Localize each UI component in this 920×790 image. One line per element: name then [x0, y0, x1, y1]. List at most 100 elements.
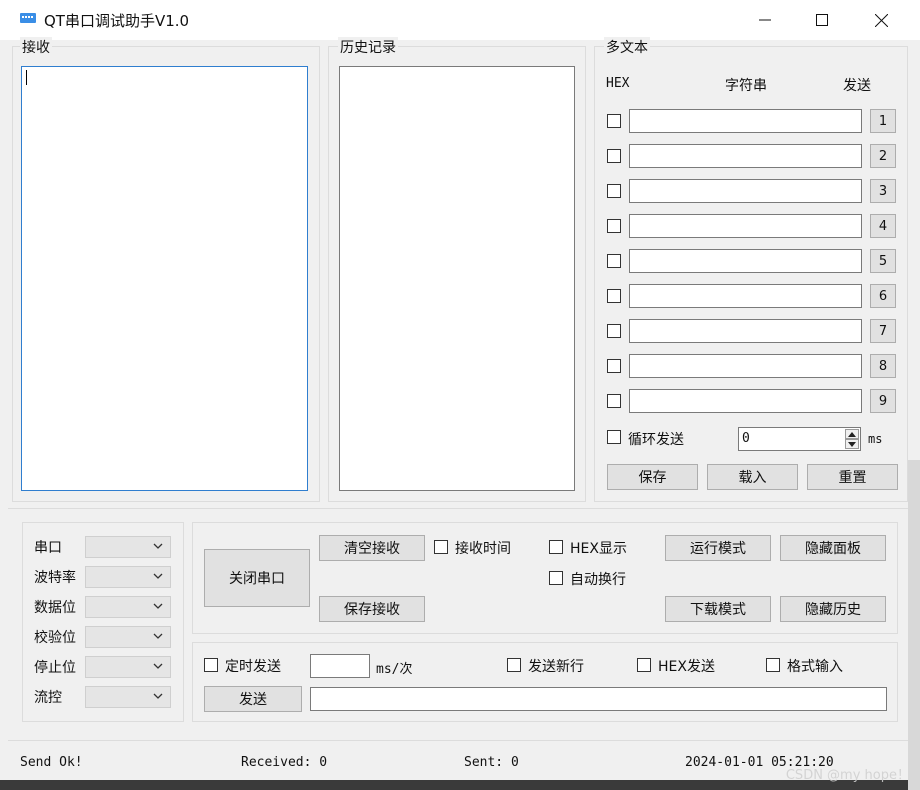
multi-row-hex-checkbox[interactable] [607, 149, 621, 163]
status-sent: Sent: 0 [464, 755, 519, 770]
multi-row-hex-checkbox[interactable] [607, 394, 621, 408]
multi-row-string-input[interactable] [629, 109, 862, 133]
send-newline-label: 发送新行 [528, 659, 584, 675]
loop-send-label: 循环发送 [628, 432, 684, 448]
flow-control-combo[interactable] [85, 686, 171, 708]
port-combo[interactable] [85, 536, 171, 558]
multi-row-string-input[interactable] [629, 284, 862, 308]
multi-text-group-title: 多文本 [604, 37, 650, 57]
multi-row-hex-checkbox[interactable] [607, 254, 621, 268]
minimize-button[interactable] [742, 0, 788, 40]
save-receive-button[interactable]: 保存接收 [319, 596, 425, 622]
save-multi-button[interactable]: 保存 [607, 464, 698, 490]
multi-row-send-button[interactable]: 4 [870, 214, 896, 238]
hex-send-label: HEX发送 [658, 659, 715, 675]
send-button[interactable]: 发送 [204, 686, 302, 712]
spin-up-button[interactable] [845, 429, 859, 439]
flow-control-label: 流控 [34, 690, 62, 706]
reset-multi-button[interactable]: 重置 [807, 464, 898, 490]
load-multi-button[interactable]: 载入 [707, 464, 798, 490]
format-input-label: 格式输入 [787, 659, 843, 675]
multi-row-send-button[interactable]: 6 [870, 284, 896, 308]
send-column-header: 发送 [843, 78, 871, 94]
background-window-fragment [0, 780, 920, 790]
send-interval-input[interactable] [310, 654, 370, 678]
multi-row-send-button[interactable]: 9 [870, 389, 896, 413]
multi-row-string-input[interactable] [629, 389, 862, 413]
baud-rate-label: 波特率 [34, 570, 76, 586]
hex-send-checkbox[interactable] [637, 658, 651, 672]
close-icon [874, 13, 888, 27]
multi-row-string-input[interactable] [629, 319, 862, 343]
multi-row-hex-checkbox[interactable] [607, 359, 621, 373]
data-bits-label: 数据位 [34, 600, 76, 616]
background-window-edge [908, 460, 920, 790]
minimize-icon [759, 19, 771, 21]
stop-bits-combo[interactable] [85, 656, 171, 678]
receive-time-checkbox[interactable] [434, 540, 448, 554]
hide-history-button[interactable]: 隐藏历史 [780, 596, 886, 622]
status-divider [8, 740, 908, 741]
hex-column-header: HEX [606, 76, 630, 91]
run-mode-button[interactable]: 运行模式 [665, 535, 771, 561]
window-title: QT串口调试助手V1.0 [44, 12, 190, 30]
port-label: 串口 [34, 540, 62, 556]
download-mode-button[interactable]: 下载模式 [665, 596, 771, 622]
multi-row-string-input[interactable] [629, 249, 862, 273]
format-input-checkbox[interactable] [766, 658, 780, 672]
maximize-icon [816, 14, 828, 26]
multi-row-send-button[interactable]: 2 [870, 144, 896, 168]
data-bits-combo[interactable] [85, 596, 171, 618]
multi-row-hex-checkbox[interactable] [607, 324, 621, 338]
spin-down-button[interactable] [845, 439, 859, 449]
send-text-input[interactable] [310, 687, 887, 711]
multi-row-send-button[interactable]: 1 [870, 109, 896, 133]
multi-row-send-button[interactable]: 5 [870, 249, 896, 273]
loop-interval-value: 0 [742, 431, 750, 446]
chevron-down-icon [153, 603, 163, 609]
receive-textarea[interactable] [21, 66, 308, 491]
multi-row-hex-checkbox[interactable] [607, 184, 621, 198]
multi-row-string-input[interactable] [629, 179, 862, 203]
status-received: Received: 0 [241, 755, 328, 770]
string-column-header: 字符串 [725, 78, 767, 94]
stop-bits-label: 停止位 [34, 660, 76, 676]
send-newline-checkbox[interactable] [507, 658, 521, 672]
clear-receive-button[interactable]: 清空接收 [319, 535, 425, 561]
close-button[interactable] [858, 0, 904, 40]
receive-group-title: 接收 [20, 37, 52, 57]
chevron-down-icon [153, 573, 163, 579]
history-textarea[interactable] [339, 66, 575, 491]
multi-row-send-button[interactable]: 8 [870, 354, 896, 378]
chevron-down-icon [153, 693, 163, 699]
chevron-down-icon [153, 543, 163, 549]
multi-row-string-input[interactable] [629, 214, 862, 238]
multi-row-hex-checkbox[interactable] [607, 289, 621, 303]
section-divider [8, 508, 908, 509]
timed-send-label: 定时发送 [225, 659, 281, 675]
multi-row-hex-checkbox[interactable] [607, 219, 621, 233]
parity-combo[interactable] [85, 626, 171, 648]
multi-row-send-button[interactable]: 3 [870, 179, 896, 203]
baud-rate-combo[interactable] [85, 566, 171, 588]
history-group-title: 历史记录 [338, 37, 398, 57]
loop-interval-spinbox[interactable]: 0 [738, 427, 861, 451]
hex-display-checkbox[interactable] [549, 540, 563, 554]
close-port-button[interactable]: 关闭串口 [204, 549, 310, 607]
watermark: CSDN @my hope！ [785, 768, 910, 783]
multi-row-send-button[interactable]: 7 [870, 319, 896, 343]
multi-row-string-input[interactable] [629, 354, 862, 378]
hide-panel-button[interactable]: 隐藏面板 [780, 535, 886, 561]
auto-wrap-checkbox[interactable] [549, 571, 563, 585]
receive-time-label: 接收时间 [455, 541, 511, 557]
chevron-down-icon [153, 633, 163, 639]
multi-row-string-input[interactable] [629, 144, 862, 168]
multi-row-hex-checkbox[interactable] [607, 114, 621, 128]
loop-send-checkbox[interactable] [607, 430, 621, 444]
spin-up-icon [848, 431, 856, 437]
maximize-button[interactable] [799, 0, 845, 40]
text-caret [26, 70, 27, 85]
auto-wrap-label: 自动换行 [570, 572, 626, 588]
status-message: Send Ok! [20, 755, 83, 770]
timed-send-checkbox[interactable] [204, 658, 218, 672]
